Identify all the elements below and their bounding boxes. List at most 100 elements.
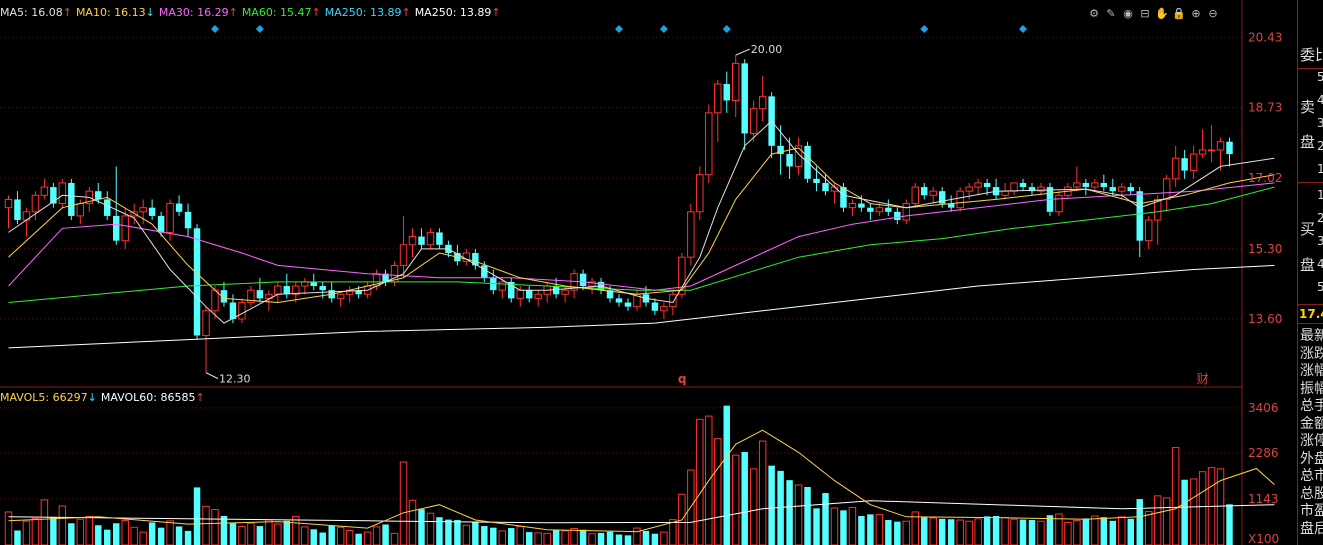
candle-body bbox=[1109, 187, 1117, 192]
candle-body bbox=[498, 281, 507, 291]
volume-tick-label: X100 bbox=[1248, 532, 1279, 545]
volume-bar bbox=[956, 519, 964, 545]
sell-label-2: 盘 bbox=[1300, 133, 1316, 151]
price-tick-label: 18.73 bbox=[1248, 100, 1282, 114]
settings-icon[interactable]: ⚙ bbox=[1087, 7, 1101, 21]
quote-field-label: 总股 bbox=[1300, 485, 1323, 502]
hand-icon[interactable]: ✋ bbox=[1155, 7, 1169, 21]
box-icon[interactable]: ⊟ bbox=[1138, 7, 1152, 21]
candle-body bbox=[669, 293, 677, 308]
zoom-in-icon[interactable]: ⊕ bbox=[1189, 7, 1203, 21]
price-tick-label: 13.60 bbox=[1248, 312, 1282, 326]
volume-bar bbox=[696, 418, 704, 545]
volume-bar bbox=[130, 526, 138, 545]
candle-body bbox=[929, 190, 937, 196]
volume-bar bbox=[974, 518, 982, 545]
candle-body bbox=[40, 186, 49, 196]
candle-body bbox=[867, 207, 874, 212]
candle-body bbox=[481, 265, 488, 278]
volume-bar bbox=[552, 530, 560, 545]
candle-body bbox=[687, 211, 695, 258]
quote-field-label: 涨跌 bbox=[1300, 345, 1323, 362]
eye-icon[interactable]: ◉ bbox=[1121, 7, 1135, 21]
buy-level: 4 bbox=[1317, 257, 1323, 271]
candle-body bbox=[121, 215, 129, 242]
volume-bar bbox=[175, 526, 183, 545]
candle-body bbox=[139, 207, 147, 213]
candle-body bbox=[1091, 182, 1099, 188]
zoom-out-icon[interactable]: ⊖ bbox=[1206, 7, 1220, 21]
volume-bar bbox=[148, 522, 156, 545]
volume-bar bbox=[112, 523, 120, 545]
candle-body bbox=[336, 293, 345, 299]
volume-bar bbox=[1189, 478, 1198, 545]
volume-bar bbox=[561, 530, 569, 545]
volume-bar bbox=[498, 530, 507, 545]
volume-bar bbox=[1109, 520, 1117, 545]
volume-bar bbox=[372, 526, 381, 545]
volume-bar bbox=[723, 405, 730, 545]
candle-body bbox=[714, 83, 722, 114]
volume-bar bbox=[983, 516, 991, 545]
volume-bar bbox=[31, 517, 40, 545]
volume-bar bbox=[256, 526, 264, 545]
lock-icon[interactable]: 🔒 bbox=[1172, 7, 1186, 21]
candle-body bbox=[1127, 187, 1134, 192]
volume-bar bbox=[867, 514, 874, 545]
volume-bar bbox=[947, 519, 955, 545]
order-ratio-label: 委比 bbox=[1300, 46, 1323, 64]
volume-axis: 3406 2286 1143 X100 bbox=[1248, 401, 1279, 545]
volume-bar bbox=[848, 507, 857, 545]
volume-bar bbox=[929, 517, 937, 545]
volume-bar bbox=[651, 533, 659, 545]
candle-body bbox=[731, 62, 740, 101]
volume-bar bbox=[749, 468, 758, 545]
candle-body bbox=[965, 186, 973, 192]
volume-bar bbox=[508, 528, 515, 545]
price-tick-label: 17.02 bbox=[1248, 171, 1282, 185]
event-marker bbox=[1019, 25, 1028, 33]
volume-bar bbox=[768, 465, 775, 545]
volume-bar bbox=[390, 532, 399, 545]
chart-toolbar: ⚙ ✎ ◉ ⊟ ✋ 🔒 ⊕ ⊖ bbox=[1087, 7, 1220, 21]
volume-bar bbox=[1019, 519, 1027, 545]
q-marker: q bbox=[678, 372, 687, 386]
volume-bar bbox=[50, 517, 57, 545]
volume-bar bbox=[68, 523, 75, 545]
sell-level: 2 bbox=[1317, 139, 1323, 153]
kline-chart[interactable]: 20.4318.7317.0215.3013.60 340622861143X1… bbox=[0, 0, 1323, 545]
volume-legend: MAVOL5: 66297↓ MAVOL60: 86585↑ bbox=[0, 391, 209, 404]
candle-body bbox=[184, 211, 192, 229]
candle-body bbox=[426, 231, 435, 246]
volume-bar bbox=[822, 493, 829, 545]
quote-field-label: 总手 bbox=[1300, 398, 1323, 414]
buy-level: 2 bbox=[1317, 211, 1323, 225]
volume-bar bbox=[606, 531, 614, 545]
draw-pen-icon[interactable]: ✎ bbox=[1104, 7, 1118, 21]
candle-body bbox=[813, 178, 820, 183]
candle-body bbox=[1207, 149, 1216, 152]
volume-bar bbox=[615, 534, 623, 545]
volume-bar bbox=[758, 440, 767, 545]
candle-body bbox=[202, 310, 210, 337]
buy-level: 5 bbox=[1317, 280, 1323, 294]
quote-field-label: 总市 bbox=[1300, 468, 1323, 484]
quote-field-label: 市盈 bbox=[1300, 503, 1323, 519]
quote-field-label: 振幅 bbox=[1300, 380, 1323, 397]
candle-body bbox=[1136, 191, 1143, 241]
volume-bar bbox=[588, 533, 596, 545]
quote-field-label: 盘后 bbox=[1300, 520, 1323, 537]
event-marker bbox=[255, 25, 264, 33]
candle-body bbox=[283, 286, 291, 295]
candle-body bbox=[822, 182, 829, 192]
candle-body bbox=[1082, 182, 1090, 188]
candle-body bbox=[678, 256, 686, 295]
volume-bar bbox=[597, 532, 605, 545]
volume-bar bbox=[804, 487, 811, 545]
candle-body bbox=[525, 290, 533, 299]
candle-body bbox=[983, 182, 991, 188]
quote-panel: 委比 卖 盘 5 4 3 2 1 买 盘 1 2 3 4 5 17.4 最新涨跌涨幅振幅总手金额… bbox=[1297, 0, 1323, 545]
chart-grid bbox=[0, 0, 1243, 545]
volume-bar bbox=[490, 527, 497, 545]
candle-body bbox=[104, 199, 111, 216]
